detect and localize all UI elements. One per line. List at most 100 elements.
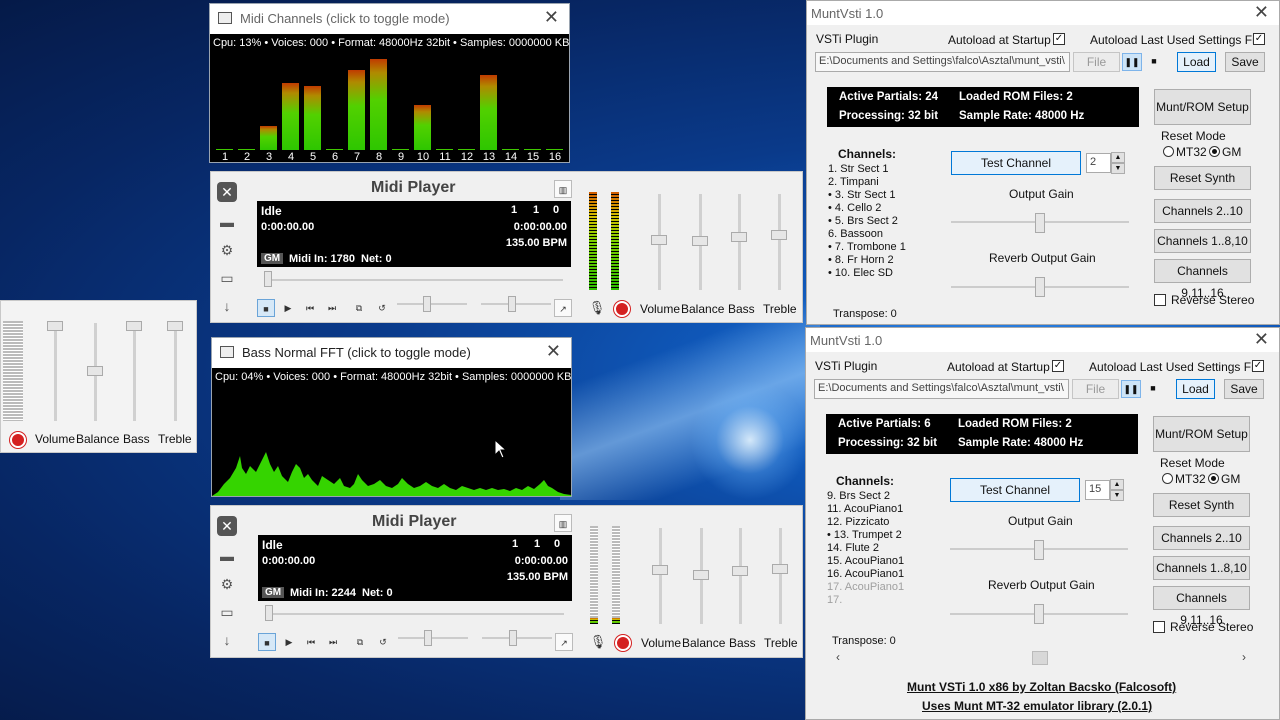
scroll-right-icon[interactable]: › [1242,650,1246,664]
play-button[interactable]: ▶ [280,633,298,651]
mic-icon[interactable]: 🎙 [589,633,607,651]
stop-button[interactable]: ■ [257,299,275,317]
tempo-track[interactable] [398,637,468,639]
close-icon[interactable]: ✕ [546,341,561,362]
gear-icon[interactable]: ⚙ [217,240,237,260]
close-icon[interactable]: ✕ [1254,2,1269,23]
spinner-down[interactable]: ▼ [1111,163,1125,174]
pitch-thumb[interactable] [509,630,517,646]
channel-meter-display[interactable]: Cpu: 13% • Voices: 000 • Format: 48000Hz… [210,34,569,163]
channels-2-10-button[interactable]: Channels 2..10 [1153,526,1250,550]
channels-2-10-button[interactable]: Channels 2..10 [1154,199,1251,223]
spinner-down[interactable]: ▼ [1110,490,1124,501]
close-icon[interactable]: ✕ [1254,329,1269,350]
stop-button[interactable]: ■ [258,633,276,651]
spinner-up[interactable]: ▲ [1111,152,1125,163]
bass-track[interactable] [739,528,742,624]
autoload-last-checkbox[interactable]: ✓ [1252,360,1264,372]
pause-button[interactable]: ❚❚ [1121,380,1141,398]
fft-display[interactable]: Cpu: 04% • Voices: 000 • Format: 48000Hz… [212,368,571,496]
treble-track[interactable] [779,528,782,624]
spinner-up[interactable]: ▲ [1110,479,1124,490]
window-icon[interactable]: ⧉ [351,633,369,651]
autoload-last-checkbox[interactable]: ✓ [1253,33,1265,45]
loop-icon[interactable]: ↺ [373,299,391,317]
position-thumb[interactable] [264,271,272,287]
bass-thumb[interactable] [731,232,747,242]
record-icon[interactable] [10,432,26,448]
next-button[interactable]: ⏭ [324,633,342,651]
tempo-thumb[interactable] [423,296,431,312]
title-bar[interactable]: MuntVsti 1.0 ✕ [807,1,1279,25]
comment-icon[interactable]: ▭ [217,602,237,622]
volume-thumb[interactable] [652,565,668,575]
volume-track[interactable] [659,528,662,624]
folder-icon[interactable]: ▬ [217,212,237,232]
close-icon[interactable]: ✕ [217,516,237,536]
title-bar[interactable]: Bass Normal FFT (click to toggle mode) ✕ [212,338,571,366]
reverb-gain-thumb[interactable] [1035,277,1045,297]
file-button[interactable]: File [1072,379,1119,399]
treble-track[interactable] [174,323,177,421]
test-channel-spinner[interactable]: 2 [1086,153,1111,173]
reverse-stereo-checkbox[interactable] [1153,621,1165,633]
test-channel-button[interactable]: Test Channel [951,151,1081,175]
horizontal-scrollbar[interactable]: ‹ › [832,649,1250,667]
mt32-radio[interactable] [1162,473,1173,484]
folder-icon[interactable]: ▬ [217,546,237,566]
test-channel-button[interactable]: Test Channel [950,478,1080,502]
position-thumb[interactable] [265,605,273,621]
gear-icon[interactable]: ⚙ [217,574,237,594]
volume-thumb[interactable] [47,321,63,331]
pause-button[interactable]: ❚❚ [1122,53,1142,71]
test-channel-spinner[interactable]: 15 [1085,480,1110,500]
tempo-track[interactable] [397,303,467,305]
file-button[interactable]: File [1073,52,1120,72]
stop-button[interactable]: ■ [1144,53,1164,71]
load-button[interactable]: Load [1176,379,1215,399]
treble-thumb[interactable] [772,564,788,574]
treble-thumb[interactable] [167,321,183,331]
volume-thumb[interactable] [651,235,667,245]
munt-rom-setup-button[interactable]: Munt/ROM Setup [1154,89,1251,125]
next-button[interactable]: ⏭ [323,299,341,317]
credit-link[interactable]: Munt VSTi 1.0 x86 by Zoltan Bacsko (Falc… [907,680,1176,694]
stop-button[interactable]: ■ [1143,380,1163,398]
reset-synth-button[interactable]: Reset Synth [1153,493,1250,517]
bass-thumb[interactable] [732,566,748,576]
prev-button[interactable]: ⏮ [301,299,319,317]
record-icon[interactable] [614,301,630,317]
gm-radio[interactable] [1208,473,1219,484]
prev-button[interactable]: ⏮ [302,633,320,651]
record-icon[interactable] [615,635,631,651]
scroll-thumb[interactable] [1032,651,1048,665]
scroll-left-icon[interactable]: ‹ [836,650,840,664]
library-link[interactable]: Uses Munt MT-32 emulator library (2.0.1) [922,699,1152,713]
reverse-stereo-checkbox[interactable] [1154,294,1166,306]
down-arrow-icon[interactable]: ↓ [217,296,237,316]
title-bar[interactable]: MuntVsti 1.0 ✕ [806,328,1279,352]
volume-track[interactable] [54,323,57,421]
munt-rom-setup-button[interactable]: Munt/ROM Setup [1153,416,1250,452]
chart-icon[interactable]: ↗ [554,299,572,317]
path-field[interactable]: E:\Documents and Settings\falco\Asztal\m… [814,379,1069,399]
spectrum-icon[interactable]: ▥ [554,180,572,198]
mt32-radio[interactable] [1163,146,1174,157]
save-button[interactable]: Save [1224,379,1264,399]
save-button[interactable]: Save [1225,52,1265,72]
position-track[interactable] [268,613,564,615]
load-button[interactable]: Load [1177,52,1216,72]
position-track[interactable] [267,279,563,281]
output-gain-thumb[interactable] [1034,540,1044,560]
close-icon[interactable]: ✕ [217,182,237,202]
window-icon[interactable]: ⧉ [350,299,368,317]
spectrum-icon[interactable]: ▥ [554,514,572,532]
comment-icon[interactable]: ▭ [217,268,237,288]
play-button[interactable]: ▶ [279,299,297,317]
channels-1-8-10-button[interactable]: Channels 1..8,10 [1153,556,1250,580]
balance-thumb[interactable] [692,236,708,246]
output-gain-thumb[interactable] [1035,213,1045,233]
chart-icon[interactable]: ↗ [555,633,573,651]
balance-thumb[interactable] [693,570,709,580]
autoload-startup-checkbox[interactable]: ✓ [1052,360,1064,372]
